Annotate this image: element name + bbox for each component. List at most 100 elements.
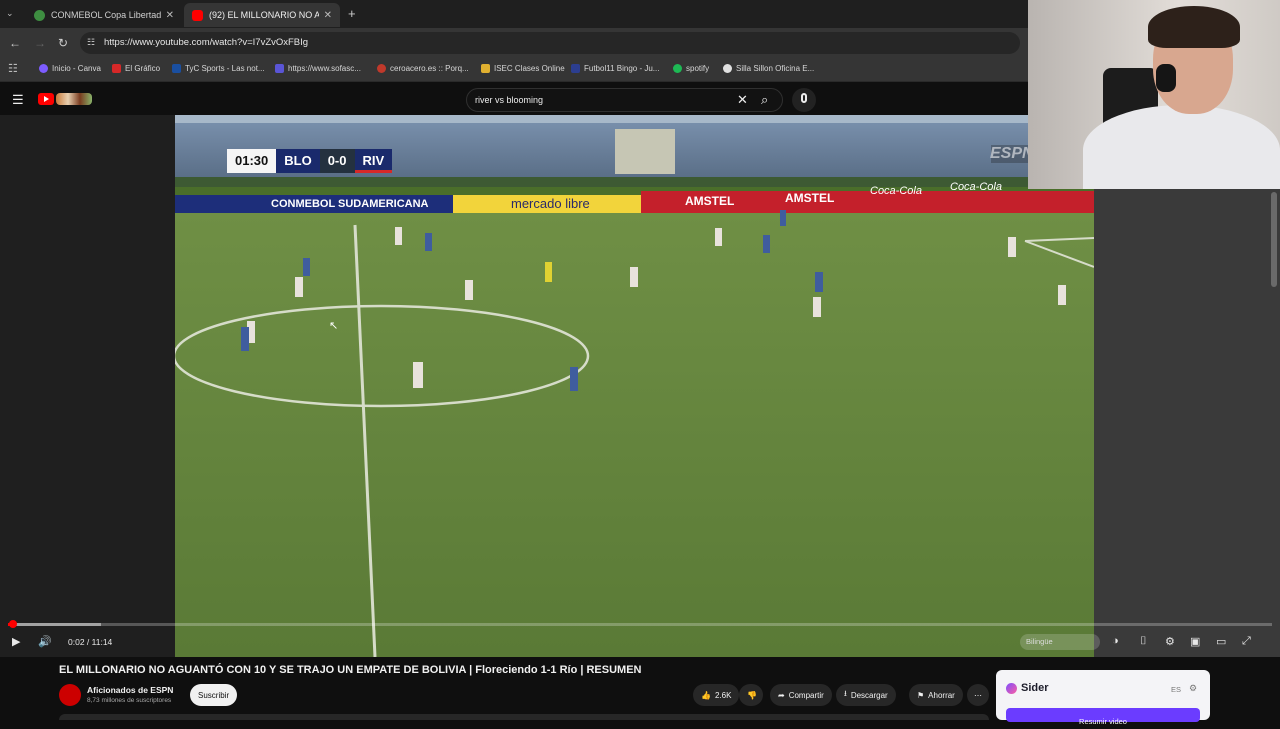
spotify-icon [673,64,682,73]
bookmark-silla[interactable]: Silla Sillon Oficina E... [723,64,814,73]
subtitle-label: Bilingüe [1026,637,1053,646]
bookmark-ceroacero[interactable]: ceroacero.es :: Porq... [377,64,469,73]
video-player[interactable]: 01:30 BLO 0-0 RIV CONMEBOL SUDAMERICANA … [175,115,1094,657]
time-current: 0:02 [68,637,85,647]
clear-search-icon[interactable]: ✕ [737,92,748,108]
ad-text-mercadolibre: mercado libre [511,196,590,211]
more-actions-button[interactable]: ⋯ [967,684,989,706]
bookmark-label: ISEC Clases Online [494,64,565,73]
play-icon[interactable]: ▶ [12,635,20,648]
futbol11-icon [571,64,580,73]
search-input[interactable]: river vs blooming [475,95,543,105]
miniplayer-icon[interactable]: ▣ [1190,635,1200,648]
subscribe-label: Suscribir [198,690,230,700]
menu-hamburger-icon[interactable]: ☰ [12,92,24,108]
sider-settings-icon[interactable]: ⚙ [1189,683,1197,694]
forward-icon[interactable]: → [34,36,46,50]
ad-text-cocacola-2: Coca-Cola [950,181,1002,193]
scoreboard: 01:30 BLO 0-0 RIV [227,149,393,173]
close-tab-icon[interactable]: ✕ [324,10,332,21]
ad-text-amstel-2: AMSTEL [785,191,835,205]
tyc-icon [172,64,181,73]
thumbs-up-icon: 👍 [701,690,711,700]
fullscreen-icon[interactable]: ⤢ [1242,635,1251,648]
subscriber-count: 8,73 millones de suscriptores [87,697,172,704]
ad-text-conmebol: CONMEBOL SUDAMERICANA [271,198,429,210]
youtube-logo[interactable] [38,93,94,107]
search-box[interactable]: river vs blooming ✕ ⌕ [466,88,783,112]
save-button[interactable]: ⚑ Ahorrar [909,684,963,706]
away-team: RIV [354,149,393,173]
bookmark-label: El Gráfico [125,64,161,73]
bookmark-isec[interactable]: ISEC Clases Online [481,64,565,73]
tab-title: CONMEBOL Copa Libertadores [51,10,161,20]
address-bar[interactable]: ☷ https://www.youtube.com/watch?v=I7vZvO… [80,32,1020,54]
subscribe-button[interactable]: Suscribir [190,684,238,706]
dislike-button[interactable]: 👎 [739,684,763,706]
reload-icon[interactable]: ↻ [58,36,68,50]
captions-icon[interactable]: ⌷ [1140,635,1147,648]
silla-icon [723,64,732,73]
progress-bar[interactable] [8,620,1272,628]
ceroacero-icon [377,64,386,73]
progress-scrubber[interactable] [9,620,17,628]
bookmark-canva[interactable]: Inicio - Canva [39,64,101,73]
cast-icon[interactable]: ▭ [1216,635,1226,648]
video-frame [175,115,1094,657]
time-total: 11:14 [91,637,113,647]
voice-search-button[interactable] [792,88,816,112]
close-tab-icon[interactable]: ✕ [166,10,174,21]
conmebol-favicon-icon [34,9,45,21]
tab-strip: ⌄ CONMEBOL Copa Libertadores ✕ (92) EL M… [0,0,1028,28]
bookmark-label: ceroacero.es :: Porq... [390,64,469,73]
download-button[interactable]: ⭳ Descargar [836,684,896,706]
subtitle-chip[interactable]: Bilingüe [1020,634,1100,650]
right-panel [1094,189,1280,657]
tab-conmebol[interactable]: CONMEBOL Copa Libertadores ✕ [26,3,182,27]
settings-gear-icon[interactable]: ⚙ [1165,635,1175,648]
new-tab-button[interactable]: + [348,6,356,21]
channel-name[interactable]: Aficionados de ESPN [87,685,173,695]
webcam-person-body [1083,105,1280,189]
folder-icon [481,64,490,73]
autoplay-toggle-icon[interactable]: ◑ [1112,635,1119,647]
download-label: Descargar [850,690,888,700]
volume-icon[interactable]: 🔊 [38,635,52,648]
sider-language[interactable]: ES [1171,685,1181,694]
save-label: Ahorrar [928,690,955,700]
bookmark-label: spotify [686,64,710,73]
summarize-label: Resumir video [1079,717,1127,726]
back-icon[interactable]: ← [9,36,21,50]
bookmark-tyc[interactable]: TyC Sports - Las not... [172,64,265,73]
site-info-icon[interactable]: ☷ [87,37,95,48]
channel-avatar[interactable] [59,684,81,706]
bookmark-label: Futbol11 Bingo - Ju... [584,64,660,73]
bookmark-label: TyC Sports - Las not... [185,64,265,73]
sofascore-icon [275,64,284,73]
youtube-header: ☰ river vs blooming ✕ ⌕ [0,84,1028,115]
page-scrollbar[interactable] [1271,192,1277,287]
webcam-overlay [1028,0,1280,189]
url-text: https://www.youtube.com/watch?v=I7vZvOxF… [104,37,309,48]
tab-title: (92) EL MILLONARIO NO AGUA [209,10,319,20]
share-label: Compartir [788,690,824,700]
bookmark-label: Silla Sillon Oficina E... [736,64,815,73]
youtube-favicon-icon [192,9,203,21]
bookmark-spotify[interactable]: spotify [673,64,709,73]
share-button[interactable]: ➦ Compartir [770,684,832,706]
apps-grid-icon[interactable]: ☷ [8,62,18,75]
description-box[interactable] [59,714,989,720]
bookmark-el-grafico[interactable]: El Gráfico [112,64,160,73]
navigation-bar: ← → ↻ ☷ https://www.youtube.com/watch?v=… [0,28,1028,58]
tab-search-chevron-icon[interactable]: ⌄ [6,8,14,19]
bookmark-label: https://www.sofasc... [288,64,361,73]
search-icon[interactable]: ⌕ [761,92,768,108]
bookmark-label: Inicio - Canva [52,64,101,73]
score: 0-0 [319,149,355,173]
bookmark-futbol11[interactable]: Futbol11 Bingo - Ju... [571,64,659,73]
bookmark-sofascore[interactable]: https://www.sofasc... [275,64,361,73]
tab-youtube[interactable]: (92) EL MILLONARIO NO AGUA ✕ [184,3,340,27]
like-button[interactable]: 👍 2.6K [693,684,739,706]
el-grafico-icon [112,64,121,73]
trophy-logo-icon [233,145,243,173]
